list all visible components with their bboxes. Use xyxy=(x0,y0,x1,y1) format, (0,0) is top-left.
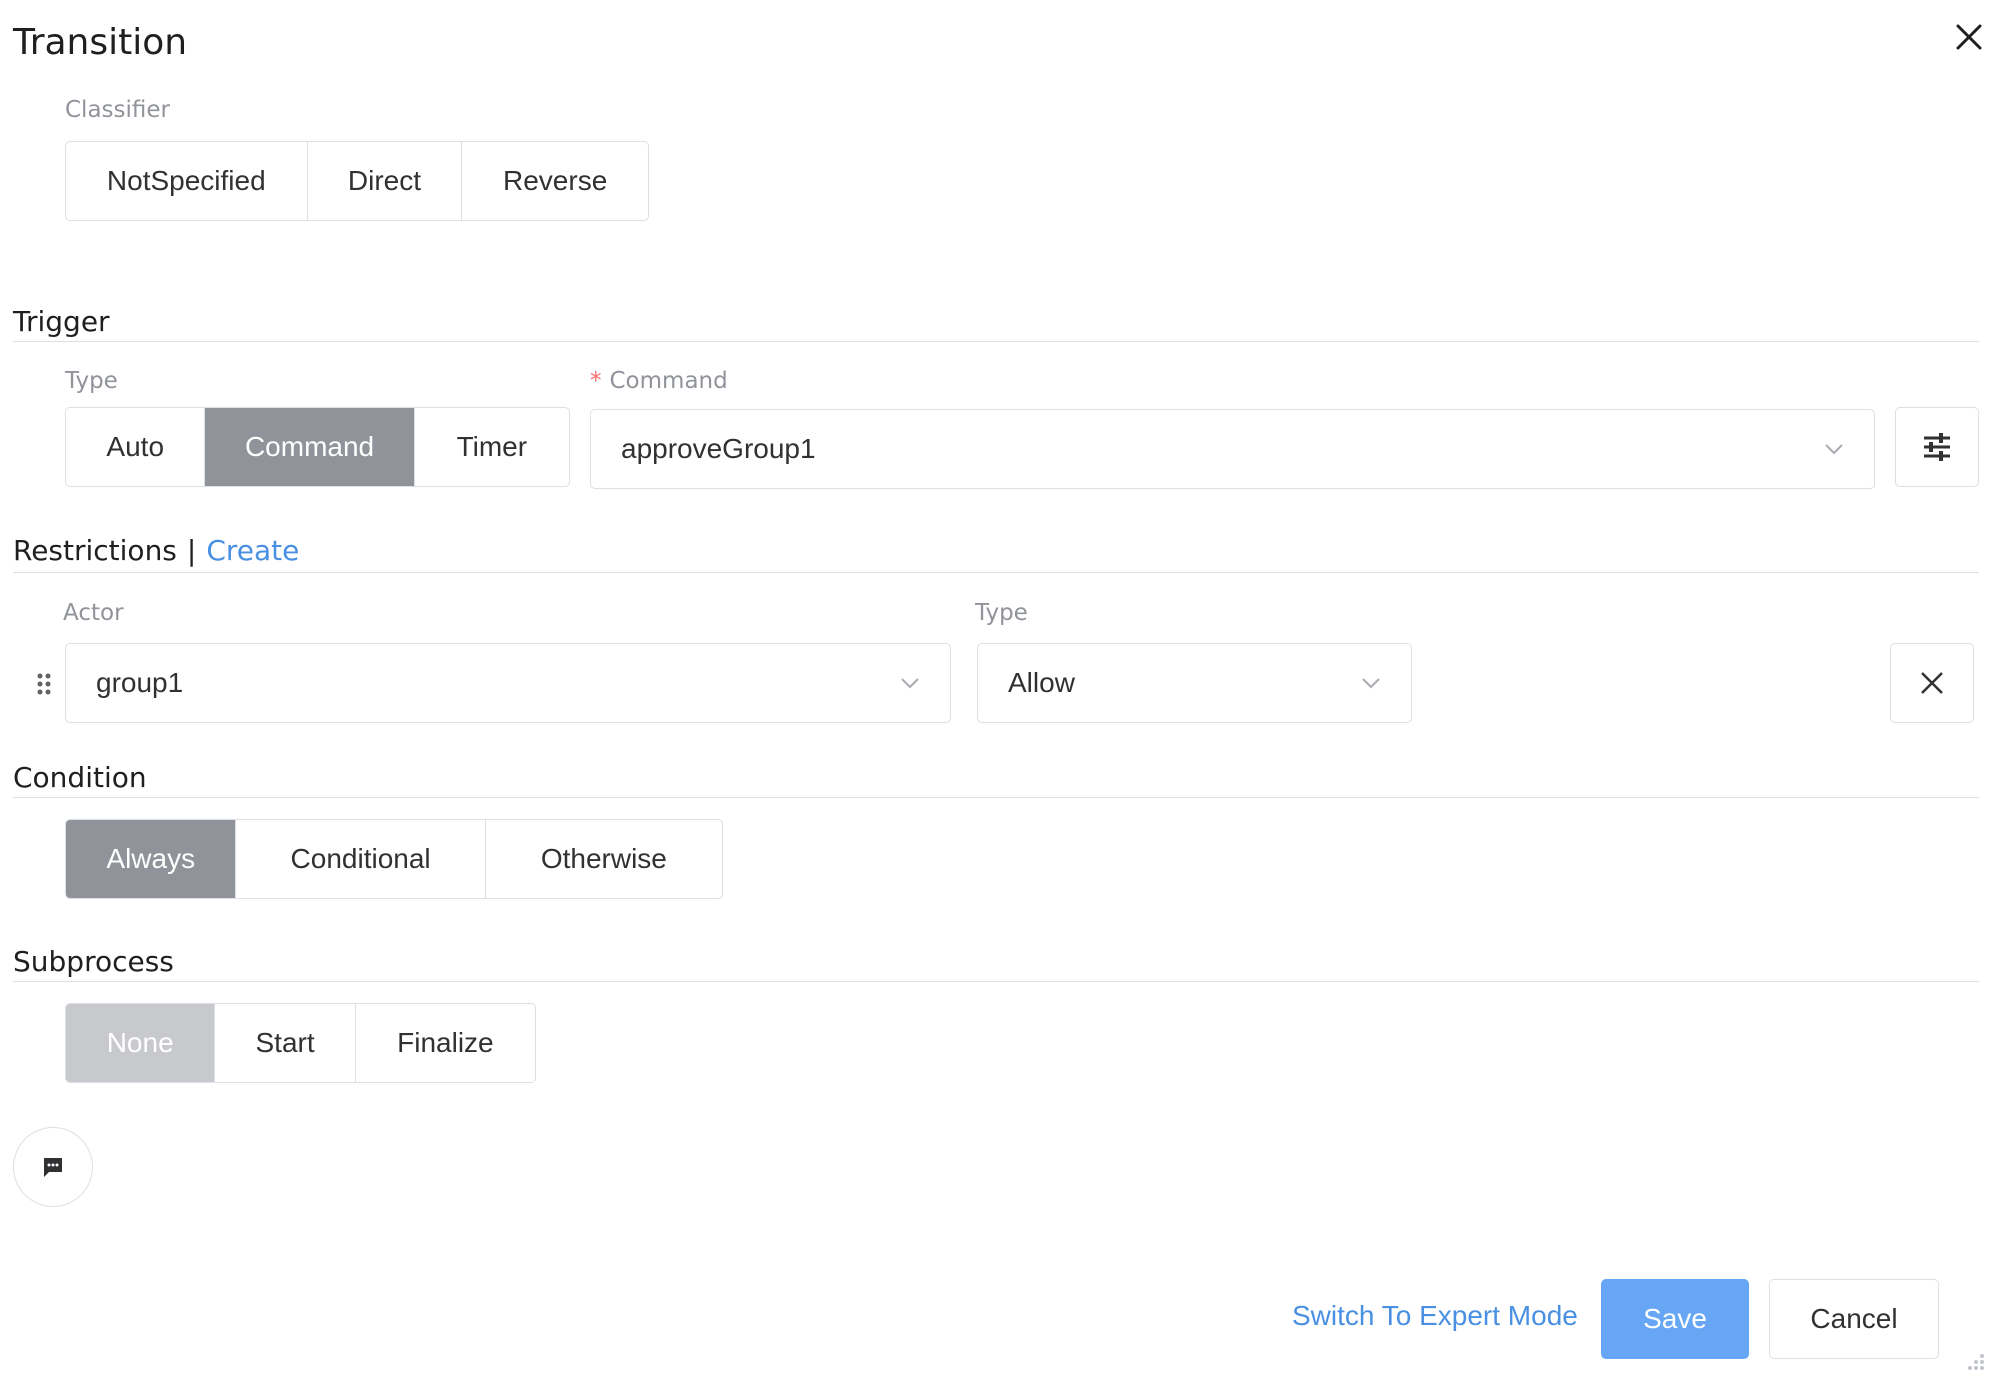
condition-otherwise[interactable]: Otherwise xyxy=(486,820,722,898)
command-label: * Command xyxy=(590,368,728,394)
classifier-label: Classifier xyxy=(65,97,170,123)
command-label-text: Command xyxy=(609,368,728,394)
trigger-type-segment: Auto Command Timer xyxy=(65,407,570,487)
trigger-type-label: Type xyxy=(65,368,118,394)
actor-select[interactable]: group1 xyxy=(65,643,951,723)
restriction-type-label: Type xyxy=(975,600,1028,626)
cancel-button[interactable]: Cancel xyxy=(1769,1279,1939,1359)
restriction-type-value: Allow xyxy=(1008,667,1075,698)
remove-icon xyxy=(1921,672,1943,694)
comment-button[interactable] xyxy=(13,1127,93,1207)
condition-section-title: Condition xyxy=(13,761,147,794)
switch-expert-mode-link[interactable]: Switch To Expert Mode xyxy=(1292,1300,1578,1332)
classifier-option-reverse[interactable]: Reverse xyxy=(462,142,648,220)
command-select[interactable]: approveGroup1 xyxy=(590,409,1875,489)
remove-restriction-button[interactable] xyxy=(1890,643,1974,723)
subprocess-section-title: Subprocess xyxy=(13,945,174,978)
save-button[interactable]: Save xyxy=(1601,1279,1749,1359)
classifier-segment: NotSpecified Direct Reverse xyxy=(65,141,649,221)
restriction-type-select[interactable]: Allow xyxy=(977,643,1412,723)
close-icon[interactable] xyxy=(1952,20,1986,54)
required-mark: * xyxy=(590,368,602,394)
chevron-down-icon xyxy=(1825,444,1843,455)
condition-always[interactable]: Always xyxy=(66,820,237,898)
actor-select-value: group1 xyxy=(96,667,184,698)
condition-divider xyxy=(13,797,1979,798)
restrictions-section-title: Restrictions xyxy=(13,534,177,567)
trigger-section-title: Trigger xyxy=(13,305,110,338)
actor-label: Actor xyxy=(63,600,124,626)
trigger-type-timer[interactable]: Timer xyxy=(415,408,569,486)
subprocess-segment: None Start Finalize xyxy=(65,1003,536,1083)
drag-handle-icon[interactable] xyxy=(36,672,52,696)
trigger-type-auto[interactable]: Auto xyxy=(66,408,206,486)
subprocess-finalize[interactable]: Finalize xyxy=(356,1004,535,1082)
trigger-type-command[interactable]: Command xyxy=(205,408,415,486)
trigger-divider xyxy=(13,341,1979,342)
condition-segment: Always Conditional Otherwise xyxy=(65,819,723,899)
sliders-icon xyxy=(1924,433,1950,461)
restrictions-separator: | xyxy=(186,534,197,567)
create-restriction-link[interactable]: Create xyxy=(206,534,299,567)
command-select-value: approveGroup1 xyxy=(621,433,816,464)
subprocess-divider xyxy=(13,981,1979,982)
chevron-down-icon xyxy=(901,678,919,689)
restrictions-header: Restrictions | Create xyxy=(13,534,299,567)
dialog-title: Transition xyxy=(13,22,188,63)
classifier-option-direct[interactable]: Direct xyxy=(308,142,463,220)
condition-conditional[interactable]: Conditional xyxy=(236,820,486,898)
restrictions-divider xyxy=(13,572,1979,573)
subprocess-none[interactable]: None xyxy=(66,1004,216,1082)
resize-grip-icon[interactable] xyxy=(1962,1352,1986,1376)
chevron-down-icon xyxy=(1362,678,1380,689)
comment-icon xyxy=(44,1158,62,1177)
subprocess-start[interactable]: Start xyxy=(215,1004,356,1082)
classifier-option-notspecified[interactable]: NotSpecified xyxy=(66,142,308,220)
command-settings-button[interactable] xyxy=(1895,407,1979,487)
